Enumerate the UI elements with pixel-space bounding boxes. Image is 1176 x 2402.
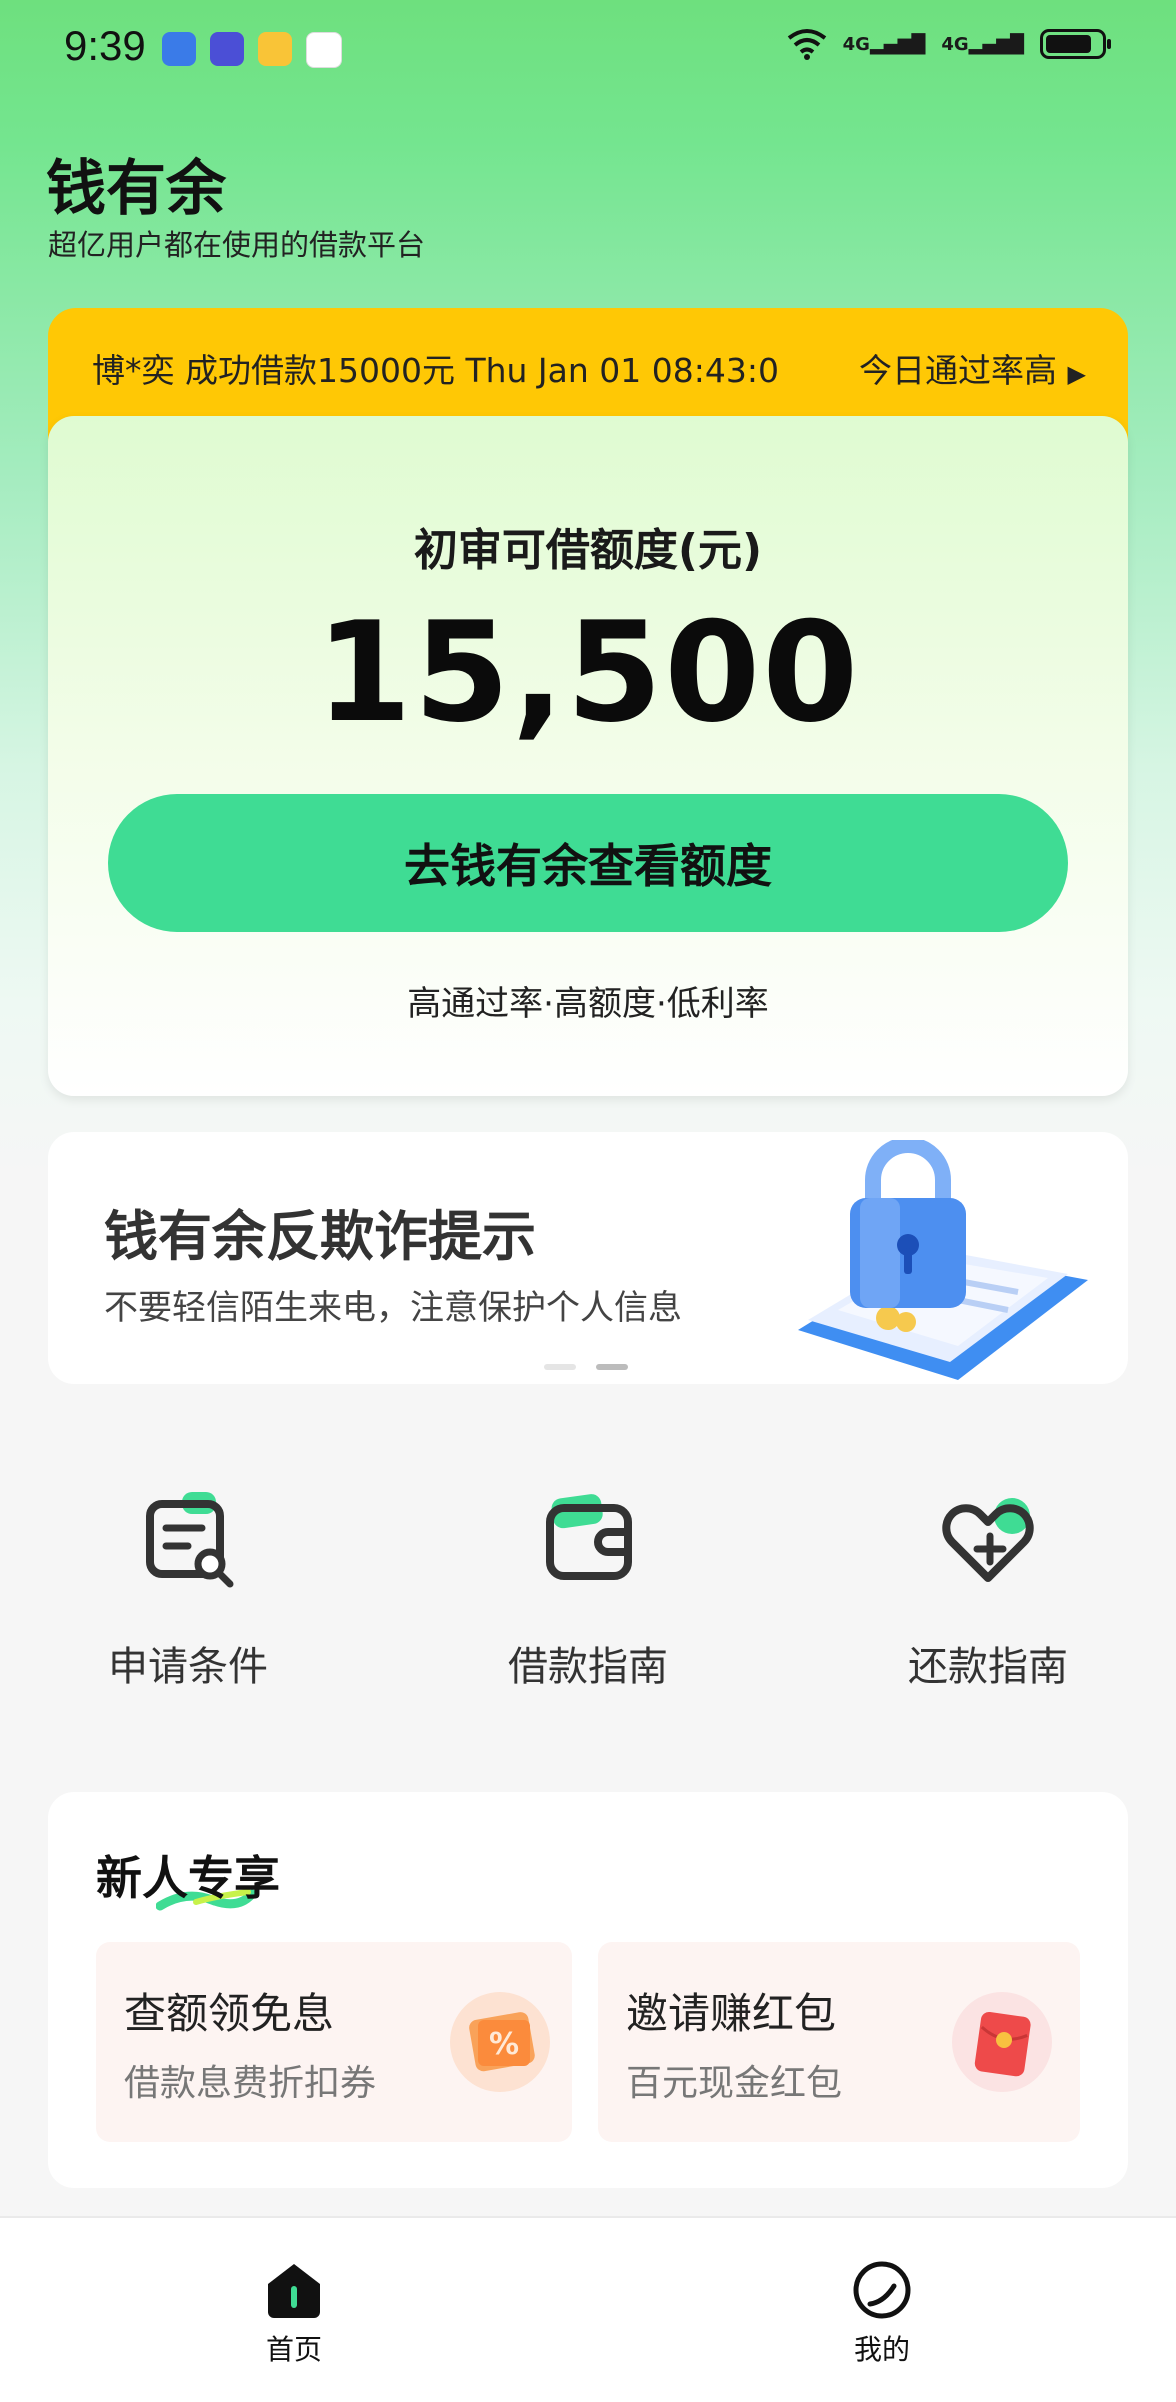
battery-icon xyxy=(1040,29,1111,59)
credit-features: 高通过率·高额度·低利率 xyxy=(407,984,769,1024)
status-app-icons xyxy=(162,32,342,68)
banner-subtitle: 不要轻信陌生来电，注意保护个人信息 xyxy=(104,1288,682,1328)
quick-nav-repayment-guide[interactable]: 还款指南 xyxy=(838,1490,1138,1692)
heart-plus-icon xyxy=(942,1498,1034,1582)
promo-card-subtitle: 百元现金红包 xyxy=(626,2063,843,2104)
coupon-percent-icon: % xyxy=(450,1992,550,2092)
promo-card-invite-red-envelope[interactable]: 邀请赚红包 百元现金红包 xyxy=(598,1942,1080,2142)
banner-pagination xyxy=(544,1364,628,1370)
document-search-icon xyxy=(146,1492,234,1588)
credit-limit-amount: 15,500 xyxy=(315,592,861,753)
bottom-nav-label: 我的 xyxy=(853,2333,910,2366)
anti-fraud-banner[interactable]: 钱有余反欺诈提示 不要轻信陌生来电，注意保护个人信息 xyxy=(48,1132,1128,1384)
app-notification-icon-4 xyxy=(306,32,342,68)
credit-limit-card: 初审可借额度(元) 15,500 去钱有余查看额度 高通过率·高额度·低利率 xyxy=(48,416,1128,1096)
wallet-icon xyxy=(546,1494,632,1580)
play-arrow-icon: ▶ xyxy=(1067,360,1086,388)
quick-nav-label: 还款指南 xyxy=(908,1644,1068,1690)
status-indicators: 4G▂▄▆█ 4G▂▄▆█ xyxy=(787,28,1111,60)
ticker-pass-rate[interactable]: 今日通过率高 ▶ xyxy=(859,344,1086,392)
red-envelope-icon xyxy=(952,1992,1052,2092)
lock-phone-icon xyxy=(798,1140,1088,1380)
newbie-section-title: 新人专享 xyxy=(96,1851,280,1905)
bottom-navigation: 首页 我的 xyxy=(0,2216,1176,2402)
promo-card-subtitle: 借款息费折扣券 xyxy=(124,2063,377,2104)
app-notification-icon-1 xyxy=(162,32,196,66)
profile-icon xyxy=(853,2261,911,2319)
pagination-dot-2[interactable] xyxy=(596,1364,628,1370)
bottom-nav-label: 首页 xyxy=(265,2333,322,2366)
svg-text:%: % xyxy=(489,2027,519,2062)
quick-nav-loan-guide[interactable]: 借款指南 xyxy=(438,1490,738,1692)
pagination-dot-1[interactable] xyxy=(544,1364,576,1370)
app-subtitle: 超亿用户都在使用的借款平台 xyxy=(48,228,426,262)
quick-nav-apply-conditions[interactable]: 申请条件 xyxy=(38,1490,338,1692)
app-title: 钱有余 xyxy=(46,154,226,224)
bottom-nav-home[interactable]: 首页 xyxy=(194,2258,394,2368)
ticker-pass-rate-label: 今日通过率高 xyxy=(859,351,1058,390)
quick-nav-label: 申请条件 xyxy=(108,1644,268,1690)
promo-card-title: 查额领免息 xyxy=(124,1989,335,2038)
signal-icon-1: 4G▂▄▆█ xyxy=(842,33,926,55)
promo-card-title: 邀请赚红包 xyxy=(626,1989,837,2038)
ticker-message: 博*奕 成功借款15000元 Thu Jan 01 08:43:0 xyxy=(92,351,779,390)
promo-card-interest-free[interactable]: 查额领免息 借款息费折扣券 % xyxy=(96,1942,572,2142)
quick-nav-label: 借款指南 xyxy=(508,1644,668,1690)
credit-limit-label: 初审可借额度(元) xyxy=(413,525,763,576)
app-notification-icon-2 xyxy=(210,32,244,66)
newbie-exclusive-section: 新人专享 查额领免息 借款息费折扣券 % 邀请赚红包 百元现金红包 xyxy=(48,1792,1128,2188)
wifi-icon xyxy=(787,29,826,60)
app-notification-icon-3 xyxy=(258,32,292,66)
status-time: 9:39 xyxy=(64,22,146,69)
signal-icon-2: 4G▂▄▆█ xyxy=(941,33,1024,55)
banner-title: 钱有余反欺诈提示 xyxy=(104,1205,536,1268)
bottom-nav-profile[interactable]: 我的 xyxy=(782,2258,982,2368)
check-limit-button[interactable]: 去钱有余查看额度 xyxy=(108,794,1068,932)
home-icon xyxy=(268,2264,320,2318)
